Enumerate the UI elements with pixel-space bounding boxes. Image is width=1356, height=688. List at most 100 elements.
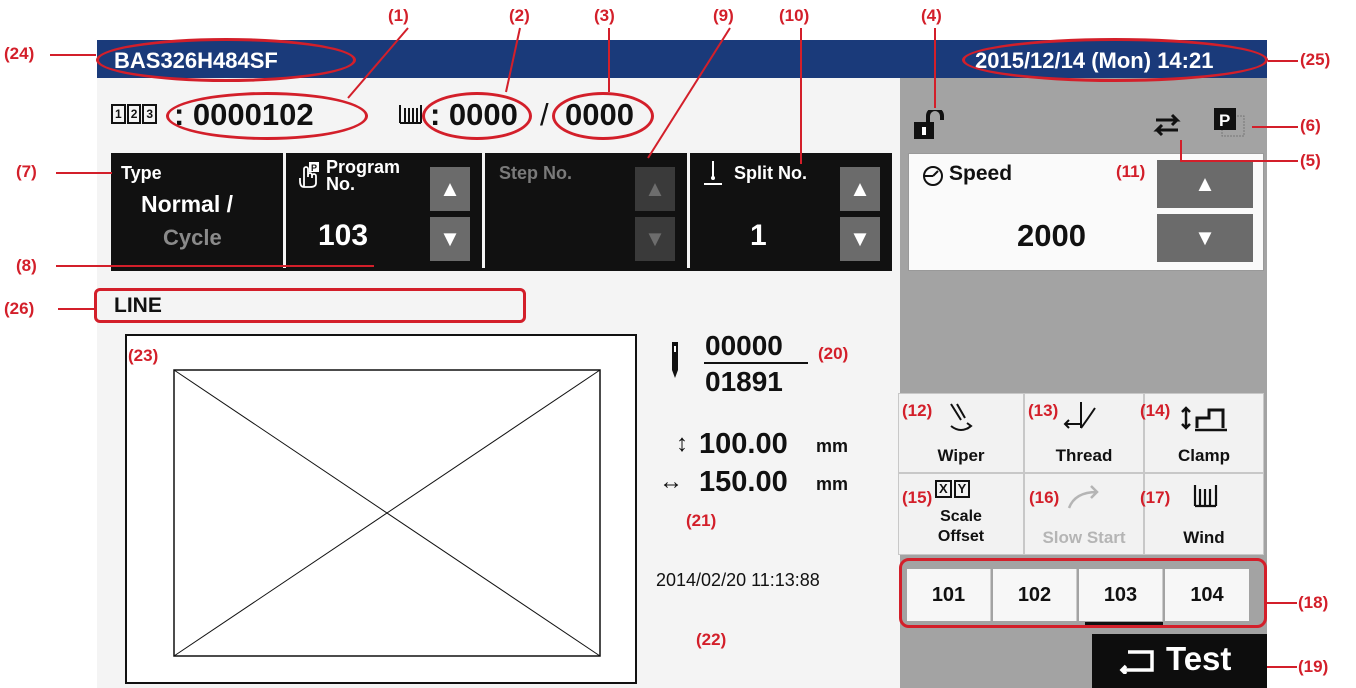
program-value: 103 [318,219,369,252]
leader-7 [56,172,112,174]
callout-11: (11) [1116,162,1146,181]
program-hand-icon: P [296,161,320,194]
split-field[interactable]: Split No. 1 ▲ ▼ [690,153,892,268]
leader-1 [347,27,409,99]
test-button[interactable]: Test [1092,634,1267,688]
slow-start-icon [1067,485,1099,509]
leader-2 [505,27,521,93]
leader-10 [800,28,802,164]
speed-label: Speed [949,162,1013,185]
type-value-1: Normal / [141,191,234,217]
height-unit: mm [816,436,849,456]
leader-5b [1180,140,1182,162]
callout-1: (1) [388,6,409,25]
split-value: 1 [750,219,767,252]
callout-4: (4) [921,6,942,25]
slow-start-button: Slow Start [1024,473,1144,555]
callout-9: (9) [713,6,734,25]
pattern-switch-icon[interactable] [1150,110,1184,145]
xy-icon: X Y [935,480,971,498]
program-field[interactable]: P Program No. 103 ▲ ▼ [286,153,482,268]
callout-oval-2 [422,92,532,140]
svg-text:P: P [311,163,317,173]
stitch-fraction-line [704,362,808,364]
leader-8 [56,265,374,267]
edit-timestamp: 2014/02/20 11:13:88 [656,570,820,590]
type-value-2: Cycle [163,225,222,250]
lock-icon[interactable] [912,107,946,145]
thread-label: Thread [1055,446,1113,465]
callout-15: (15) [902,488,933,507]
callout-16: (16) [1029,488,1060,507]
split-up-button[interactable]: ▲ [840,167,880,211]
step-up-button: ▲ [635,167,675,211]
leader-3 [608,28,610,92]
wind-button[interactable]: Wind [1144,473,1264,555]
pattern-preview [125,334,637,684]
leader-4 [934,28,936,108]
sewing-counter-icon: 1 2 3 [111,104,158,124]
callout-25: (25) [1300,50,1331,69]
speed-up-button[interactable]: ▲ [1157,160,1253,208]
test-label: Test [1166,640,1232,677]
scale-offset-label-1: Scale [940,508,982,525]
clamp-label: Clamp [1178,446,1230,465]
callout-rect-26 [94,288,526,323]
step-down-button: ▼ [635,217,675,261]
stitch-total: 01891 [705,366,783,397]
type-label: Type [121,163,162,183]
leader-6 [1252,126,1298,128]
callout-26: (26) [4,299,35,318]
split-needle-icon [702,159,724,192]
svg-text:P: P [1219,111,1230,130]
callout-10: (10) [779,6,810,25]
speed-gauge-icon [921,164,945,193]
stitch-current: 00000 [705,330,783,361]
counter-separator: / [540,97,549,132]
p-memory-icon[interactable]: P [1212,106,1248,143]
callout-5: (5) [1300,151,1321,170]
speed-down-button[interactable]: ▼ [1157,214,1253,262]
callout-19: (19) [1298,657,1329,676]
split-down-button[interactable]: ▼ [840,217,880,261]
callout-23: (23) [128,346,159,365]
wiper-icon [950,403,973,431]
height-arrow-icon: ↕ [676,430,688,457]
wiper-label: Wiper [937,446,985,465]
bobbin-counter-icon [397,102,423,131]
program-label-2: No. [326,174,355,194]
callout-oval-25 [962,38,1268,82]
scale-offset-label-2: Offset [937,528,985,545]
leader-26 [58,308,94,310]
callout-oval-24 [96,38,356,82]
speed-value: 2000 [1017,218,1086,253]
callout-7: (7) [16,162,37,181]
program-down-button[interactable]: ▼ [430,217,470,261]
callout-24: (24) [4,44,35,63]
width-unit: mm [816,474,849,494]
leader-18 [1267,602,1297,604]
speed-panel[interactable]: Speed 2000 ▲ ▼ [908,153,1264,271]
scale-offset-button[interactable]: X Y Scale Offset [898,473,1024,555]
callout-20: (20) [818,344,849,363]
width-arrow-icon: ↔ [659,468,683,495]
callout-oval-3 [552,92,654,140]
callout-18: (18) [1298,593,1329,612]
callout-oval-1 [166,92,368,140]
split-label: Split No. [734,163,807,183]
panel-underline [111,268,892,271]
type-field[interactable]: Type Normal / Cycle [111,153,283,268]
leader-5 [1180,160,1298,162]
width-value: 150.00 [699,466,788,498]
step-field: Step No. ▲ ▼ [485,153,687,268]
pattern-drawing [173,369,601,657]
leader-24 [50,54,96,56]
callout-12: (12) [902,401,933,420]
callout-rect-18 [899,558,1267,628]
callout-2: (2) [509,6,530,25]
program-up-button[interactable]: ▲ [430,167,470,211]
slow-start-label: Slow Start [1042,528,1126,547]
return-icon [1119,650,1154,674]
callout-14: (14) [1140,401,1171,420]
callout-3: (3) [594,6,615,25]
